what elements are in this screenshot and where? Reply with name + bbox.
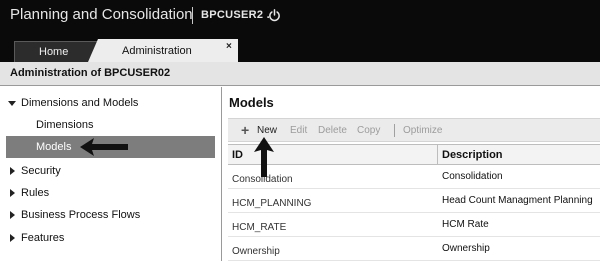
sidebar-item-label: Business Process Flows [21,209,141,221]
header-divider [192,7,193,24]
sidebar: Dimensions and Models Dimensions Models … [0,87,222,261]
table-row[interactable]: HCM_RATE HCM Rate [228,213,600,237]
app-header: Planning and Consolidation BPCUSER2 . [0,0,600,32]
sidebar-item-dimensions[interactable]: Dimensions [0,114,221,136]
power-icon[interactable] [268,9,281,22]
table-row[interactable]: HCM_PLANNING Head Count Managment Planni… [228,189,600,213]
sidebar-item-features[interactable]: Features [0,227,221,249]
sidebar-item-label: Dimensions and Models [21,97,139,109]
sidebar-item-label: Rules [21,187,50,199]
up-arrow-icon [254,137,274,177]
chevron-right-icon[interactable] [10,167,15,175]
chevron-right-icon[interactable] [10,211,15,219]
cell-description: Head Count Managment Planning [442,195,593,206]
sidebar-item-label: Features [21,232,65,244]
cell-id: HCM_RATE [232,222,287,233]
cell-id: HCM_PLANNING [232,198,312,209]
column-header-description[interactable]: Description [442,149,503,161]
chevron-down-icon[interactable] [8,101,16,106]
table-row[interactable]: Ownership Ownership [228,237,600,261]
cell-description: Consolidation [442,171,503,182]
toolbar-separator [394,124,395,137]
sidebar-item-business-process-flows[interactable]: Business Process Flows [0,204,221,226]
toolbar: + New Edit Delete Copy Optimize [228,118,600,142]
close-icon[interactable]: × [226,41,232,52]
tab-home-label: Home [39,46,69,58]
sidebar-item-label: Models [36,141,72,153]
page-title-bar: Administration of BPCUSER02 [0,62,600,86]
table-row[interactable]: Consolidation Consolidation [228,165,600,189]
sidebar-item-rules[interactable]: Rules [0,182,221,204]
sidebar-item-label: Dimensions [36,119,94,131]
section-title: Models [229,95,274,110]
sidebar-item-security[interactable]: Security [0,160,221,182]
sidebar-item-dimensions-and-models[interactable]: Dimensions and Models [0,92,221,114]
chevron-right-icon[interactable] [10,234,15,242]
main-content: Models + New Edit Delete Copy Optimize I… [223,87,600,261]
page-title: Administration of BPCUSER02 [10,67,171,79]
tab-home[interactable]: Home [14,41,98,62]
tab-administration-label: Administration [122,45,192,57]
cell-id: Ownership [232,246,280,257]
cell-description: HCM Rate [442,219,489,230]
edit-button[interactable]: Edit [290,125,307,136]
delete-button[interactable]: Delete [318,125,347,136]
column-divider[interactable] [437,145,438,165]
optimize-button[interactable]: Optimize [403,125,442,136]
copy-button[interactable]: Copy [357,125,380,136]
new-button[interactable]: New [257,125,277,136]
app-title: Planning and Consolidation [10,6,193,23]
tab-strip: Home Administration × [0,32,600,62]
cell-description: Ownership [442,243,490,254]
chevron-right-icon[interactable] [10,189,15,197]
column-header-id[interactable]: ID [232,149,243,161]
plus-icon[interactable]: + [241,123,249,137]
table-header: ID Description [228,144,600,165]
sidebar-item-label: Security [21,165,61,177]
left-arrow-icon [80,138,128,156]
user-name[interactable]: BPCUSER2 . [201,9,270,21]
